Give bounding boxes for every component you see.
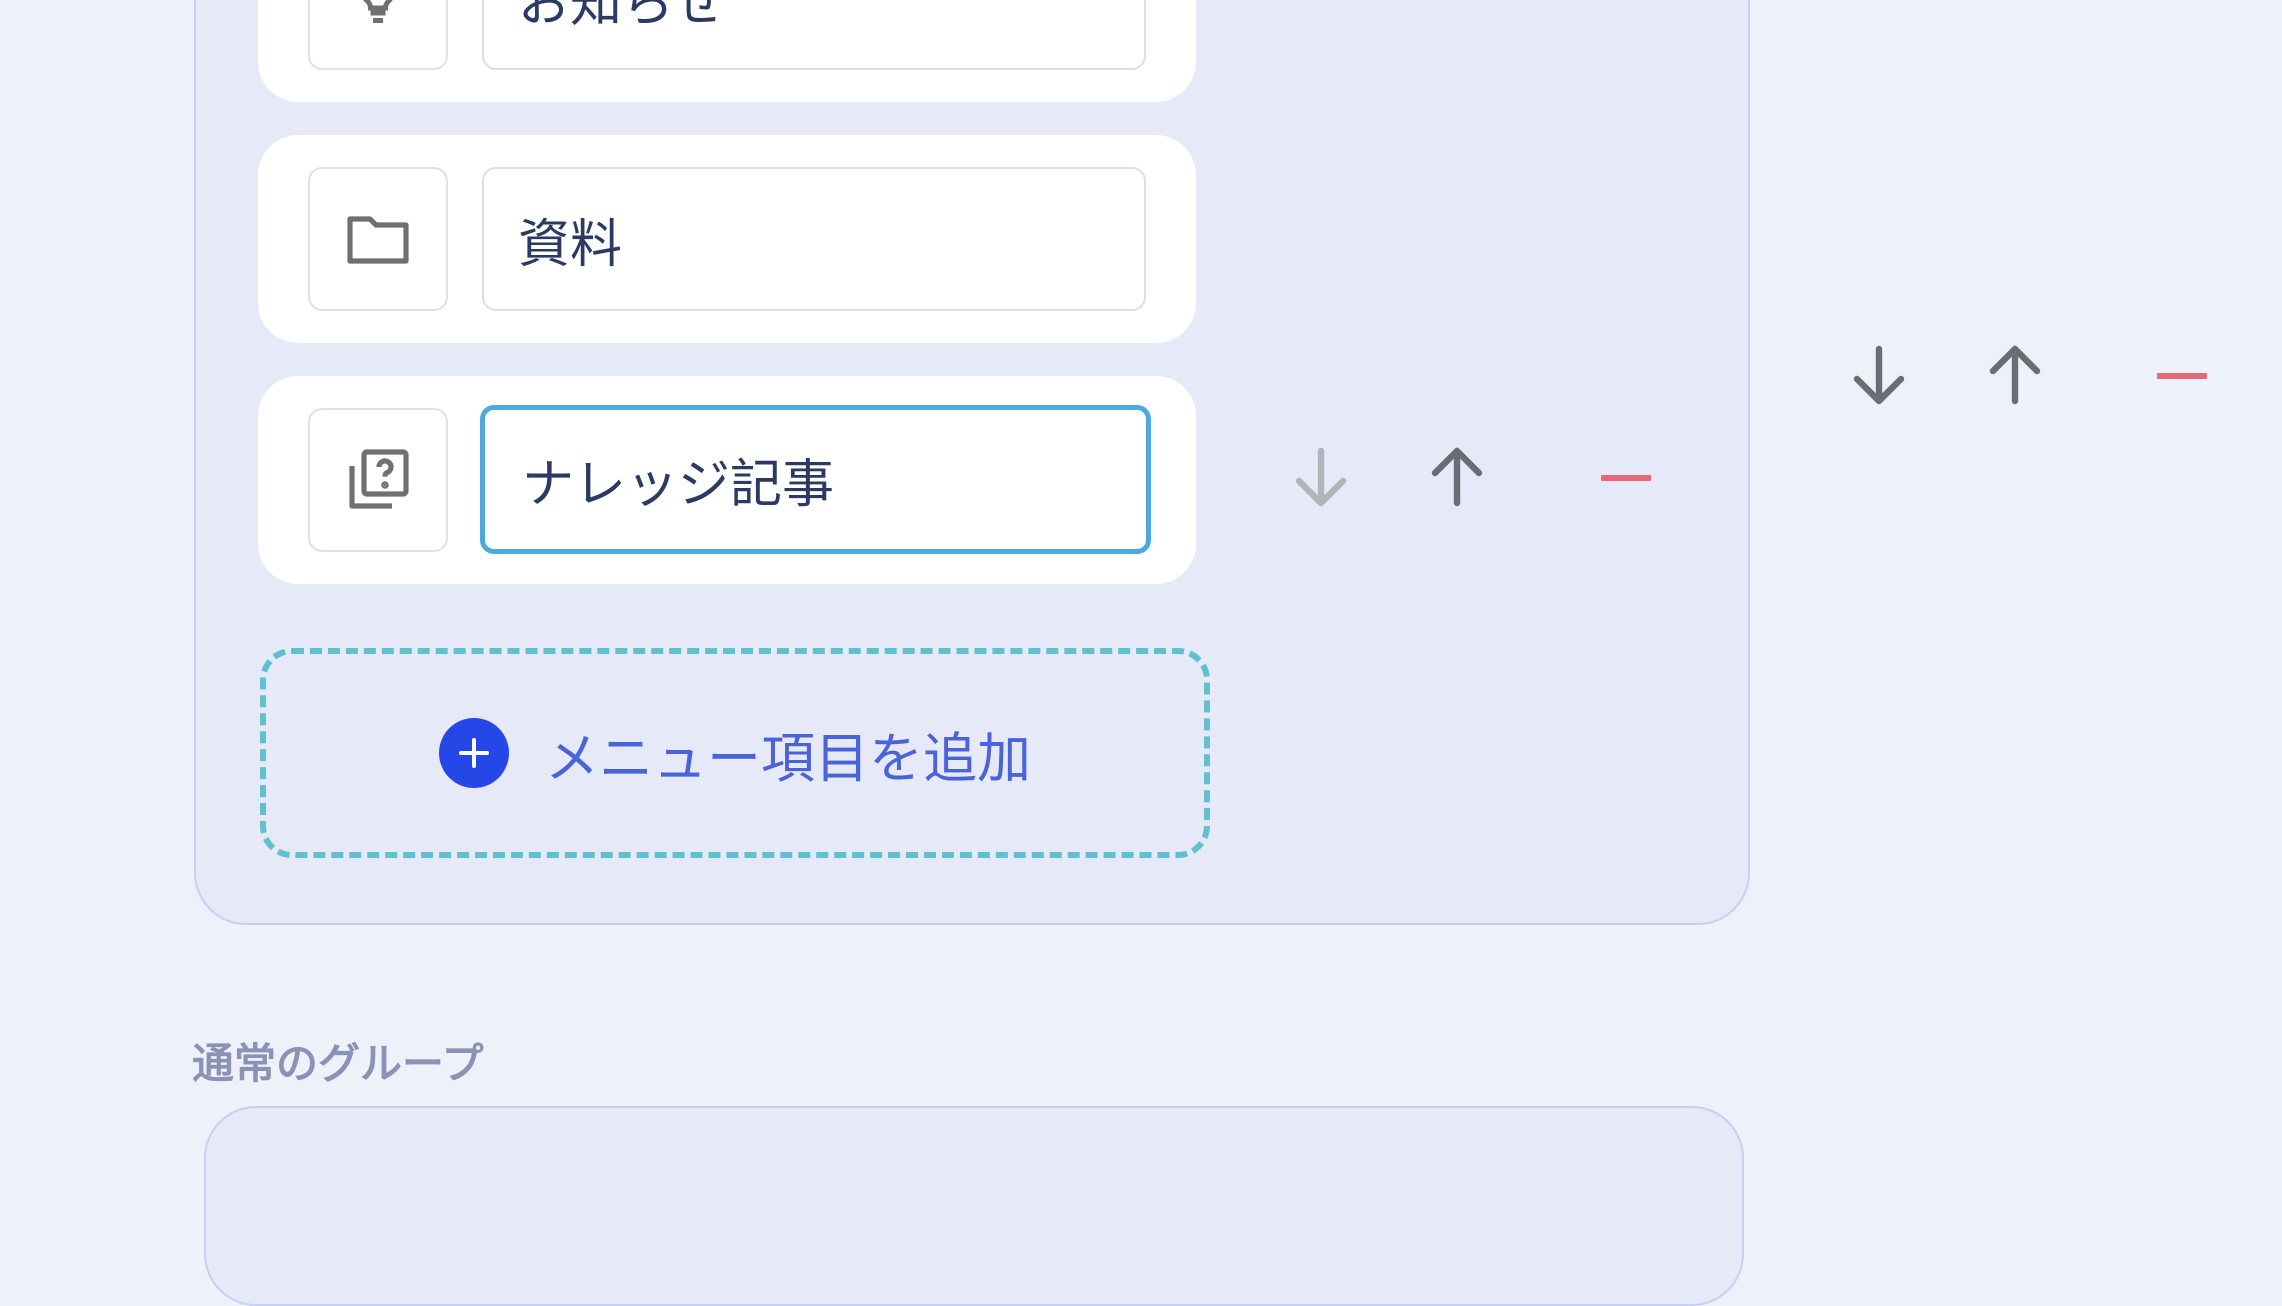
icon-picker-button[interactable]: [308, 167, 448, 311]
minus-icon: [2157, 369, 2207, 384]
knowledge-question-icon: [346, 448, 410, 512]
add-menu-item-label: メニュー項目を追加: [545, 726, 1031, 790]
menu-item-label-input[interactable]: [482, 0, 1146, 70]
plus-icon: [439, 718, 509, 788]
menu-item-card: [258, 0, 1196, 102]
menu-item-label-input[interactable]: [480, 405, 1151, 554]
group-remove-button[interactable]: [2142, 336, 2222, 416]
folder-icon: [346, 211, 410, 267]
minus-icon: [1601, 471, 1651, 486]
add-menu-item-button[interactable]: メニュー項目を追加: [260, 648, 1210, 858]
arrow-up-icon: [1985, 343, 2045, 410]
normal-group-panel: [204, 1106, 1744, 1306]
arrow-down-icon: [1849, 343, 1909, 410]
icon-picker-button[interactable]: [308, 0, 448, 70]
menu-item-card: [258, 376, 1196, 584]
arrow-down-icon: [1291, 445, 1351, 512]
lightbulb-icon: [348, 0, 408, 28]
group-move-up-button[interactable]: [1975, 336, 2055, 416]
menu-item-card: [258, 135, 1196, 343]
move-up-button[interactable]: [1417, 438, 1497, 518]
move-down-button[interactable]: [1281, 438, 1361, 518]
menu-item-label-input[interactable]: [482, 167, 1146, 311]
arrow-up-icon: [1427, 445, 1487, 512]
remove-item-button[interactable]: [1586, 438, 1666, 518]
normal-group-heading: 通常のグループ: [192, 1039, 484, 1088]
icon-picker-button[interactable]: [308, 408, 448, 552]
group-move-down-button[interactable]: [1839, 336, 1919, 416]
